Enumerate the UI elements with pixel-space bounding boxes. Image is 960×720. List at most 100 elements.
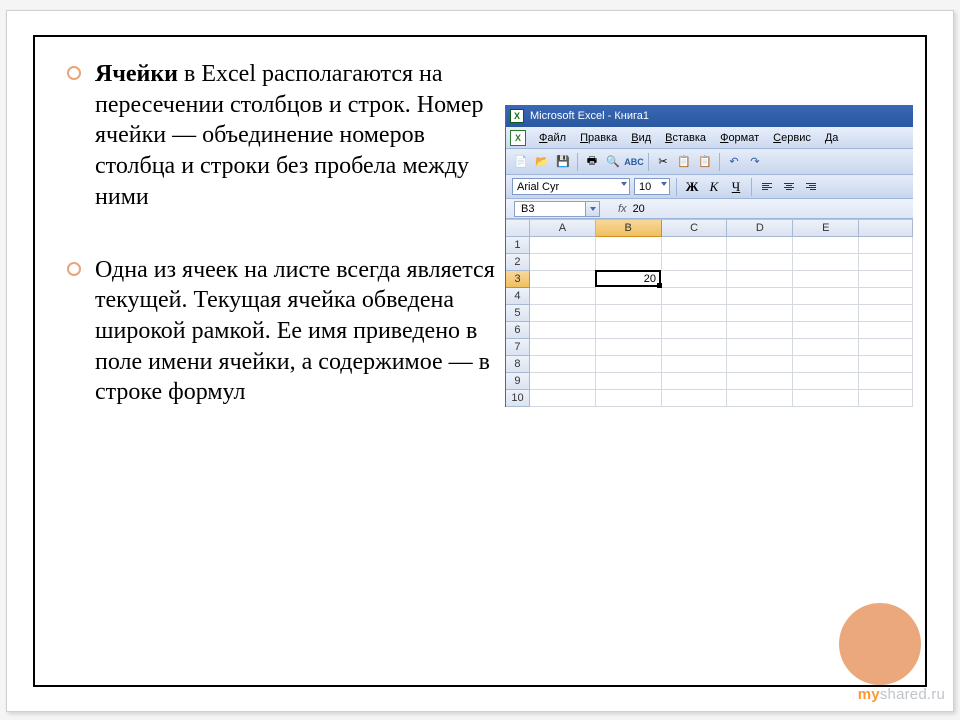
cell-C8[interactable]	[662, 356, 728, 373]
menu-вид[interactable]: Вид	[624, 127, 658, 148]
cell-E2[interactable]	[793, 254, 859, 271]
cell-extra-9[interactable]	[859, 373, 913, 390]
copy-icon[interactable]: 📋	[675, 153, 693, 171]
menu-файл[interactable]: Файл	[532, 127, 573, 148]
align-left-icon[interactable]	[758, 178, 776, 196]
cell-E8[interactable]	[793, 356, 859, 373]
cell-C6[interactable]	[662, 322, 728, 339]
cell-extra-5[interactable]	[859, 305, 913, 322]
column-header-C[interactable]: C	[662, 220, 728, 237]
cell-A7[interactable]	[530, 339, 596, 356]
column-header-B[interactable]: B	[596, 220, 662, 237]
cell-B5[interactable]	[596, 305, 662, 322]
cell-E6[interactable]	[793, 322, 859, 339]
menu-вставка[interactable]: Вставка	[658, 127, 713, 148]
menu-да[interactable]: Да	[818, 127, 846, 148]
cell-A1[interactable]	[530, 237, 596, 254]
cell-E5[interactable]	[793, 305, 859, 322]
menu-формат[interactable]: Формат	[713, 127, 766, 148]
cell-C2[interactable]	[662, 254, 728, 271]
cell-C1[interactable]	[662, 237, 728, 254]
spellcheck-icon[interactable]: ABC	[625, 153, 643, 171]
menu-сервис[interactable]: Сервис	[766, 127, 818, 148]
cell-D6[interactable]	[727, 322, 793, 339]
name-box[interactable]: B3	[514, 201, 586, 217]
row-header-2[interactable]: 2	[506, 254, 530, 271]
redo-icon[interactable]: ↷	[746, 153, 764, 171]
cell-B8[interactable]	[596, 356, 662, 373]
cell-C9[interactable]	[662, 373, 728, 390]
undo-icon[interactable]: ↶	[725, 153, 743, 171]
cell-D10[interactable]	[727, 390, 793, 407]
column-header-E[interactable]: E	[793, 220, 859, 237]
paste-icon[interactable]: 📋	[696, 153, 714, 171]
row-header-7[interactable]: 7	[506, 339, 530, 356]
row-header-3[interactable]: 3	[506, 271, 530, 288]
cell-A2[interactable]	[530, 254, 596, 271]
cell-extra-7[interactable]	[859, 339, 913, 356]
cell-extra-2[interactable]	[859, 254, 913, 271]
cell-extra-4[interactable]	[859, 288, 913, 305]
cell-B7[interactable]	[596, 339, 662, 356]
cell-B9[interactable]	[596, 373, 662, 390]
row-header-8[interactable]: 8	[506, 356, 530, 373]
cell-B3[interactable]: 20	[595, 270, 661, 287]
preview-icon[interactable]: 🔍	[604, 153, 622, 171]
cell-E9[interactable]	[793, 373, 859, 390]
align-right-icon[interactable]	[802, 178, 820, 196]
spreadsheet-grid[interactable]: ABCDE1232045678910	[506, 219, 913, 407]
cell-C3[interactable]	[661, 271, 727, 288]
font-name-combo[interactable]: Arial Cyr	[512, 178, 630, 195]
cell-E1[interactable]	[793, 237, 859, 254]
row-header-5[interactable]: 5	[506, 305, 530, 322]
cell-extra-3[interactable]	[859, 271, 913, 288]
cell-A5[interactable]	[530, 305, 596, 322]
cell-E3[interactable]	[793, 271, 859, 288]
save-icon[interactable]: 💾	[554, 153, 572, 171]
print-icon[interactable]: 🖶	[583, 153, 601, 171]
cell-B2[interactable]	[596, 254, 662, 271]
font-size-combo[interactable]: 10	[634, 178, 670, 195]
cell-B10[interactable]	[596, 390, 662, 407]
cell-A9[interactable]	[530, 373, 596, 390]
cell-D2[interactable]	[727, 254, 793, 271]
row-header-10[interactable]: 10	[506, 390, 530, 407]
open-icon[interactable]: 📂	[533, 153, 551, 171]
cell-extra-8[interactable]	[859, 356, 913, 373]
cell-B1[interactable]	[596, 237, 662, 254]
cell-E4[interactable]	[793, 288, 859, 305]
cell-D7[interactable]	[727, 339, 793, 356]
underline-button[interactable]: Ч	[727, 178, 745, 196]
cell-A8[interactable]	[530, 356, 596, 373]
select-all-corner[interactable]	[506, 220, 530, 237]
column-header-A[interactable]: A	[530, 220, 596, 237]
cell-extra-1[interactable]	[859, 237, 913, 254]
cell-E10[interactable]	[793, 390, 859, 407]
cell-D5[interactable]	[727, 305, 793, 322]
row-header-9[interactable]: 9	[506, 373, 530, 390]
cell-A10[interactable]	[530, 390, 596, 407]
italic-button[interactable]: К	[705, 178, 723, 196]
cell-D1[interactable]	[727, 237, 793, 254]
cell-extra-10[interactable]	[859, 390, 913, 407]
cut-icon[interactable]: ✂	[654, 153, 672, 171]
menu-правка[interactable]: Правка	[573, 127, 624, 148]
cell-D4[interactable]	[727, 288, 793, 305]
cell-A6[interactable]	[530, 322, 596, 339]
cell-D3[interactable]	[727, 271, 793, 288]
cell-E7[interactable]	[793, 339, 859, 356]
cell-B4[interactable]	[596, 288, 662, 305]
cell-C10[interactable]	[662, 390, 728, 407]
cell-A3[interactable]	[530, 271, 596, 288]
row-header-4[interactable]: 4	[506, 288, 530, 305]
cell-extra-6[interactable]	[859, 322, 913, 339]
cell-C7[interactable]	[662, 339, 728, 356]
cell-A4[interactable]	[530, 288, 596, 305]
align-center-icon[interactable]	[780, 178, 798, 196]
cell-B6[interactable]	[596, 322, 662, 339]
row-header-6[interactable]: 6	[506, 322, 530, 339]
column-header-D[interactable]: D	[727, 220, 793, 237]
bold-button[interactable]: Ж	[683, 178, 701, 196]
cell-C4[interactable]	[662, 288, 728, 305]
name-box-dropdown-icon[interactable]	[586, 201, 600, 217]
